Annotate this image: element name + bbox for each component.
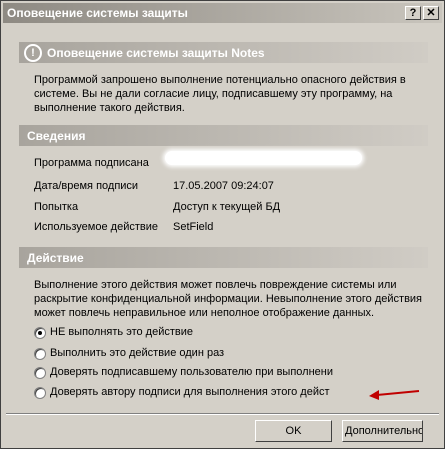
title-bar: Оповещение системы защиты ? ✕ [3, 3, 442, 23]
radio-button[interactable] [34, 387, 46, 399]
details-heading: Сведения [27, 129, 86, 143]
radio-button[interactable] [34, 327, 46, 339]
action-message-line: раскрытие конфиденциальной информации. Н… [34, 293, 423, 305]
option-label: Доверять подписавшему пользователю при в… [50, 366, 333, 378]
banner-message-line: выполнение такого действия. [34, 102, 185, 114]
ok-button[interactable]: OK [255, 420, 332, 442]
warning-icon: ! [24, 44, 42, 62]
option-label: НЕ выполнять это действие [50, 326, 193, 338]
banner-message-line: Программой запрошено выполнение потенциа… [34, 74, 406, 86]
action-message-line: может повлечь неправильное или неполное … [34, 307, 375, 319]
help-button[interactable]: ? [405, 6, 421, 20]
detail-label-signed-by: Программа подписана [34, 157, 149, 169]
detail-value-date: 17.05.2007 09:24:07 [173, 180, 274, 192]
radio-selected-dot [38, 331, 42, 335]
action-message-line: Выполнение этого действия может повлечь … [34, 279, 397, 291]
annotation-arrow-icon [369, 390, 420, 400]
more-button[interactable]: Дополнительно [342, 420, 423, 442]
detail-label-action: Используемое действие [34, 221, 158, 233]
radio-button[interactable] [34, 348, 46, 360]
detail-value-action: SetField [173, 221, 214, 233]
security-alert-dialog: Оповещение системы защиты ? ✕ ! Оповещен… [0, 0, 445, 449]
banner-message-line: системе. Вы не дали согласие лицу, подпи… [34, 88, 393, 100]
redacted-signer [165, 151, 362, 165]
banner-title: Оповещение системы защиты Notes [47, 46, 265, 60]
banner-message: Программой запрошено выполнение потенциа… [34, 73, 406, 115]
window-title: Оповещение системы защиты [7, 6, 188, 20]
action-header: Действие [19, 247, 428, 268]
details-header: Сведения [19, 125, 428, 146]
close-button[interactable]: ✕ [423, 6, 439, 20]
option-label: Доверять автору подписи для выполнения э… [50, 386, 330, 398]
detail-value-attempt: Доступ к текущей БД [173, 201, 281, 213]
detail-label-date: Дата/время подписи [34, 180, 139, 192]
detail-label-attempt: Попытка [34, 201, 79, 213]
option-label: Выполнить это действие один раз [50, 347, 225, 359]
footer-divider [6, 413, 439, 415]
action-heading: Действие [27, 251, 84, 265]
action-message: Выполнение этого действия может повлечь … [34, 278, 422, 320]
banner-header: ! Оповещение системы защиты Notes [19, 42, 428, 63]
radio-button[interactable] [34, 367, 46, 379]
